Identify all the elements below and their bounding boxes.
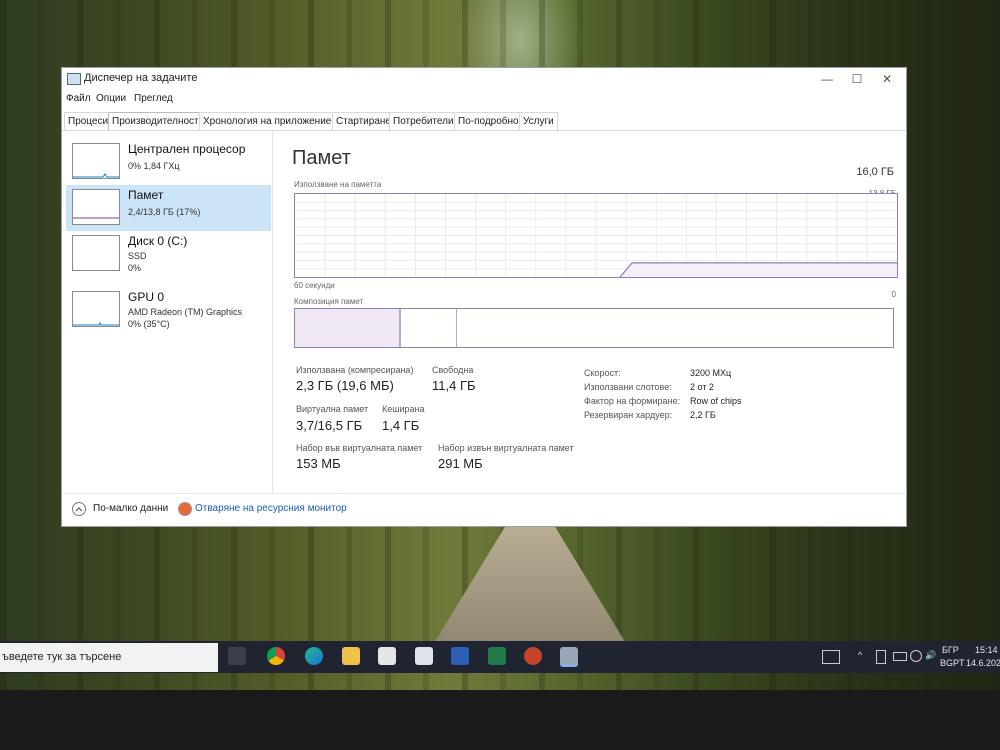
title-bar[interactable]: Диспечер на задачите — ☐ ✕ xyxy=(62,68,906,90)
tab-users[interactable]: Потребители xyxy=(389,112,458,130)
speed-label: Скорост: xyxy=(584,368,621,378)
task-manager-window: Диспечер на задачите — ☐ ✕ Файл Опции Пр… xyxy=(62,68,906,526)
used-value: 2,3 ГБ (19,6 МБ) xyxy=(296,378,394,393)
sidebar-item-detail: AMD Radeon (TM) Graphics xyxy=(128,307,243,317)
search-placeholder: ъведете тук за търсене xyxy=(2,651,122,663)
slots-label: Използвани слотове: xyxy=(584,382,672,392)
window-footer: По-малко данни Отваряне на ресурсния мон… xyxy=(62,493,906,527)
menu-bar: Файл Опции Преглед xyxy=(62,92,906,108)
sidebar-item-disk[interactable]: Диск 0 (C:) SSD 0% xyxy=(66,231,271,277)
page-title: Памет xyxy=(292,147,351,169)
used-label: Използвана (компресирана) xyxy=(296,365,414,375)
mail-icon[interactable] xyxy=(415,647,433,665)
network-icon[interactable] xyxy=(876,650,886,664)
zero-axis-label: 0 xyxy=(891,290,896,299)
wifi-icon[interactable] xyxy=(910,650,922,662)
tab-app-history[interactable]: Хронология на приложение xyxy=(199,112,336,130)
edge-icon[interactable] xyxy=(305,647,323,665)
time-axis-label: 60 секунди xyxy=(294,281,335,290)
tab-performance[interactable]: Производителност xyxy=(108,112,203,130)
reserved-value: 2,2 ГБ xyxy=(690,410,716,420)
memory-usage-area xyxy=(620,262,897,277)
nonpaged-pool-label: Набор извън виртуалната памет xyxy=(438,443,574,453)
word-icon[interactable] xyxy=(451,647,469,665)
sidebar-item-label: Памет xyxy=(128,188,164,202)
memory-thumbnail xyxy=(72,189,120,225)
cpu-thumbnail xyxy=(72,143,120,179)
store-icon[interactable] xyxy=(378,647,396,665)
total-memory: 16,0 ГБ xyxy=(856,166,894,178)
tab-details[interactable]: По-подробно xyxy=(454,112,523,130)
slots-value: 2 от 2 xyxy=(690,382,714,392)
composition-modified xyxy=(401,309,457,347)
committed-value: 3,7/16,5 ГБ xyxy=(296,418,363,433)
paged-pool-label: Набор във виртуалната памет xyxy=(296,443,423,453)
resource-sidebar: Централен процесор 0% 1,84 ГХц Памет 2,4… xyxy=(62,131,273,493)
excel-icon[interactable] xyxy=(488,647,506,665)
clock-date[interactable]: 14.6.2024 xyxy=(966,658,1000,668)
menu-options[interactable]: Опции xyxy=(96,93,126,104)
sidebar-item-detail: SSD xyxy=(128,251,147,261)
resource-monitor-icon xyxy=(178,502,192,516)
form-factor-label: Фактор на формиране: xyxy=(584,396,681,406)
laptop-bezel xyxy=(0,690,1000,750)
language-indicator[interactable]: БГР xyxy=(942,645,959,655)
task-view-icon[interactable] xyxy=(228,647,246,665)
memory-composition-bar xyxy=(294,308,894,348)
sidebar-item-gpu[interactable]: GPU 0 AMD Radeon (TM) Graphics 0% (35°C) xyxy=(66,287,271,337)
tablet-mode-icon[interactable] xyxy=(822,650,840,664)
chevron-up-icon[interactable] xyxy=(72,502,86,516)
clock-time[interactable]: 15:14 xyxy=(975,645,998,655)
sidebar-item-label: Диск 0 (C:) xyxy=(128,234,188,248)
speed-value: 3200 MXц xyxy=(690,368,732,378)
free-value: 11,4 ГБ xyxy=(432,378,476,393)
cached-value: 1,4 ГБ xyxy=(382,418,420,433)
form-factor-value: Row of chips xyxy=(690,396,742,406)
minimize-button[interactable]: — xyxy=(812,70,842,88)
taskbar: ъведете тук за търсене ^ 🔊 БГР BGPT 15:1… xyxy=(0,641,1000,673)
usage-graph-label: Използване на паметта xyxy=(294,180,382,189)
sidebar-item-detail: 2,4/13,8 ГБ (17%) xyxy=(128,207,201,217)
chrome-icon[interactable] xyxy=(267,647,285,665)
menu-view[interactable]: Преглед xyxy=(134,93,173,104)
tab-startup[interactable]: Стартиране xyxy=(332,112,395,130)
sidebar-item-memory[interactable]: Памет 2,4/13,8 ГБ (17%) xyxy=(66,185,271,231)
task-manager-taskbar-icon[interactable] xyxy=(560,647,578,667)
open-resource-monitor-link[interactable]: Отваряне на ресурсния монитор xyxy=(195,503,347,514)
maximize-button[interactable]: ☐ xyxy=(842,70,872,88)
free-label: Свободна xyxy=(432,365,474,375)
memory-panel: Памет 16,0 ГБ Използване на паметта 13,8… xyxy=(280,131,900,493)
tab-services[interactable]: Услуги xyxy=(519,112,558,130)
sidebar-item-label: Централен процесор xyxy=(128,142,246,156)
battery-icon[interactable] xyxy=(893,652,907,661)
tab-strip: Процеси Производителност Хронология на п… xyxy=(62,110,906,131)
nonpaged-pool-value: 291 МБ xyxy=(438,456,483,471)
tab-processes[interactable]: Процеси xyxy=(64,112,113,130)
reserved-label: Резервиран хардуер: xyxy=(584,410,673,420)
gpu-thumbnail xyxy=(72,291,120,327)
sidebar-item-cpu[interactable]: Централен процесор 0% 1,84 ГХц xyxy=(66,139,271,185)
memory-usage-graph xyxy=(294,193,898,278)
committed-label: Виртуална памет xyxy=(296,404,369,414)
fewer-details-link[interactable]: По-малко данни xyxy=(93,503,168,514)
powerpoint-icon[interactable] xyxy=(524,647,542,665)
paged-pool-value: 153 МБ xyxy=(296,456,341,471)
window-title: Диспечер на задачите xyxy=(84,72,198,84)
taskbar-search-box[interactable]: ъведете тук за търсене xyxy=(0,643,218,672)
sidebar-item-detail: 0% (35°C) xyxy=(128,319,170,329)
sidebar-item-label: GPU 0 xyxy=(128,290,165,304)
composition-label: Композиция памет xyxy=(294,297,364,306)
file-explorer-icon[interactable] xyxy=(342,647,360,665)
task-manager-icon xyxy=(67,73,81,85)
close-button[interactable]: ✕ xyxy=(872,70,902,88)
composition-in-use xyxy=(295,309,401,347)
keyboard-layout-indicator[interactable]: BGPT xyxy=(940,658,965,668)
sidebar-item-detail: 0% xyxy=(128,263,142,273)
disk-thumbnail xyxy=(72,235,120,271)
sidebar-item-detail: 0% 1,84 ГХц xyxy=(128,161,180,171)
menu-file[interactable]: Файл xyxy=(66,93,91,104)
volume-icon[interactable]: 🔊 xyxy=(925,650,936,661)
cached-label: Кеширана xyxy=(382,404,425,414)
chevron-up-tray-icon[interactable]: ^ xyxy=(858,650,862,660)
